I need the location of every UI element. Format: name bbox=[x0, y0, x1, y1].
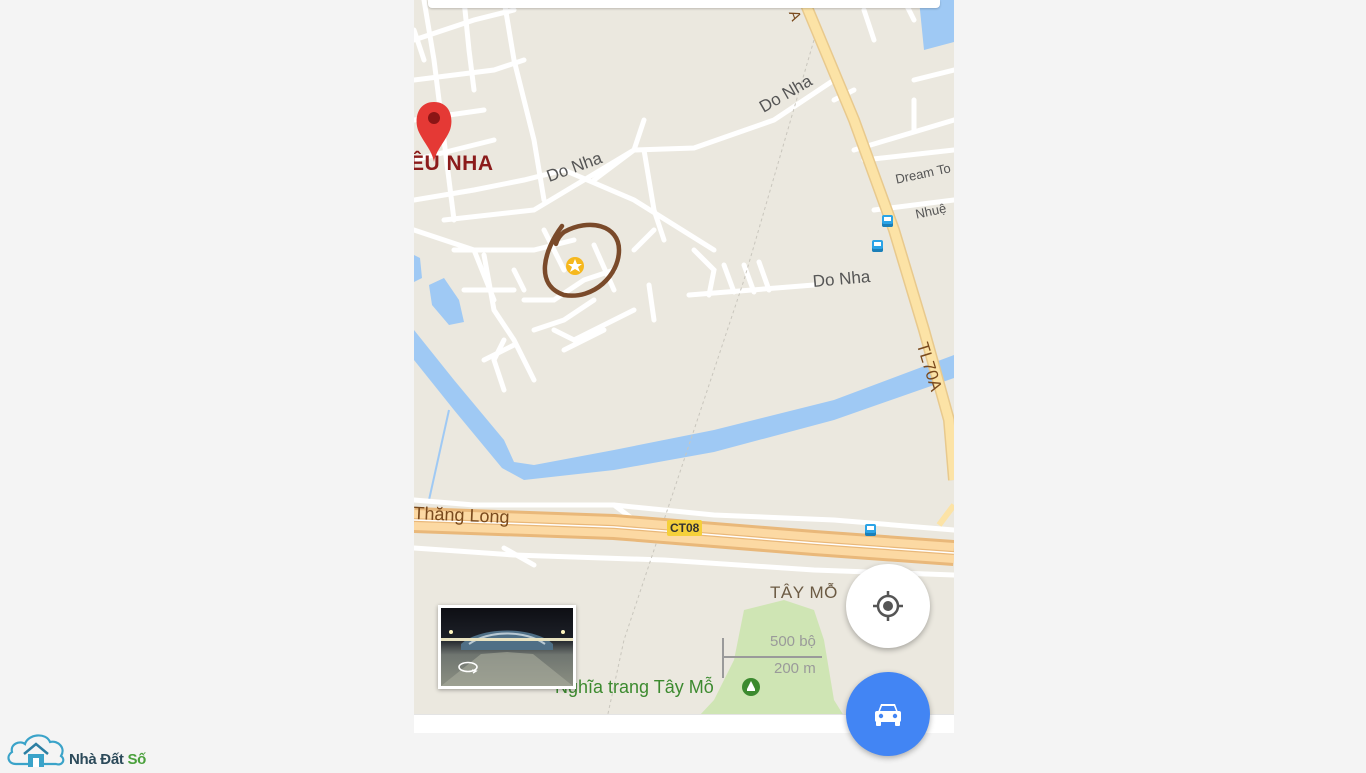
area-label-tay-mo: TÂY MỖ bbox=[770, 583, 838, 602]
cemetery-icon bbox=[742, 678, 760, 696]
star-marker-icon bbox=[566, 257, 584, 275]
scale-bar: 500 bộ 200 m bbox=[722, 633, 832, 680]
bus-icon[interactable] bbox=[872, 240, 883, 252]
pond bbox=[429, 278, 464, 325]
my-location-icon bbox=[872, 590, 904, 622]
route-shield-ct08: CT08 bbox=[667, 520, 703, 536]
car-icon bbox=[872, 700, 904, 728]
annotation-circle bbox=[542, 222, 622, 298]
scale-metric: 200 m bbox=[774, 660, 816, 677]
360-rotate-icon bbox=[457, 660, 479, 674]
search-bar-edge[interactable] bbox=[428, 0, 940, 8]
road-label-thang-long: Thăng Long bbox=[414, 503, 511, 528]
my-location-button[interactable] bbox=[846, 564, 930, 648]
place-label[interactable]: ÊU NHA bbox=[414, 152, 494, 176]
bus-icon[interactable] bbox=[882, 215, 893, 227]
watermark-text: Nhà Đất Số bbox=[69, 751, 147, 768]
street-view-thumbnail[interactable] bbox=[438, 605, 576, 689]
house-cloud-icon bbox=[7, 734, 65, 767]
watermark-logo: Nhà Đất Số bbox=[6, 730, 166, 768]
street-view-image bbox=[441, 608, 573, 686]
water-left-edge bbox=[414, 255, 422, 282]
directions-button[interactable] bbox=[846, 672, 930, 756]
poi-label-cemetery[interactable]: Nghĩa trang Tây Mỗ bbox=[555, 677, 714, 698]
bus-icon[interactable] bbox=[865, 524, 876, 536]
scale-imperial: 500 bộ bbox=[770, 633, 816, 650]
canal bbox=[428, 409, 450, 501]
